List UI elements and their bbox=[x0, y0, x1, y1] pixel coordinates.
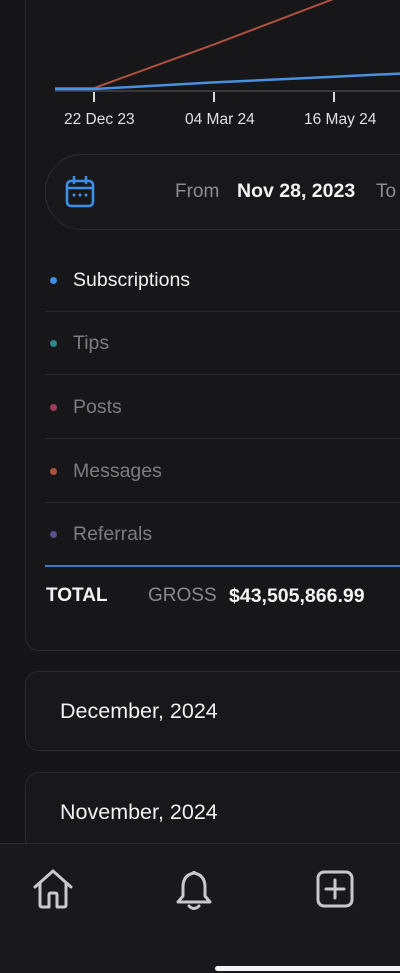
plus-square-icon[interactable] bbox=[312, 866, 358, 912]
home-icon[interactable] bbox=[30, 866, 76, 912]
legend-dot bbox=[50, 468, 57, 475]
legend-dot bbox=[50, 277, 57, 284]
month-card-november-2024[interactable]: November, 2024 bbox=[25, 772, 400, 852]
x-tick-label: 16 May 24 bbox=[304, 111, 377, 128]
statistics-page: 22 Dec 23 04 Mar 24 16 May 24 From Nov 2… bbox=[0, 0, 400, 973]
legend-item-subscriptions[interactable]: Subscriptions bbox=[45, 248, 400, 312]
earnings-chart: 22 Dec 23 04 Mar 24 16 May 24 bbox=[0, 0, 400, 140]
bottom-nav bbox=[0, 843, 400, 973]
legend-item-tips[interactable]: Tips bbox=[45, 311, 400, 375]
x-tick-label: 22 Dec 23 bbox=[64, 111, 135, 128]
from-label: From bbox=[175, 181, 220, 202]
x-tick-label: 04 Mar 24 bbox=[185, 111, 255, 128]
total-row: TOTAL GROSS $43,505,866.99 bbox=[46, 585, 400, 611]
calendar-icon[interactable] bbox=[65, 176, 95, 208]
to-label: To bbox=[376, 181, 397, 202]
gross-value: $43,505,866.99 bbox=[229, 585, 365, 607]
month-card-december-2024[interactable]: December, 2024 bbox=[25, 671, 400, 751]
series-line bbox=[55, 72, 400, 91]
legend-label: Posts bbox=[73, 396, 122, 418]
bell-icon[interactable] bbox=[171, 866, 217, 912]
legend-label: Subscriptions bbox=[73, 269, 191, 291]
legend-dot bbox=[50, 340, 57, 347]
gross-label: GROSS bbox=[148, 585, 217, 606]
legend-item-posts[interactable]: Posts bbox=[45, 375, 400, 439]
legend-item-messages[interactable]: Messages bbox=[45, 439, 400, 503]
month-label: December, 2024 bbox=[60, 699, 218, 723]
legend-label: Tips bbox=[73, 332, 110, 354]
legend-dot bbox=[50, 531, 57, 538]
from-date-value[interactable]: Nov 28, 2023 bbox=[237, 180, 355, 203]
legend-dot bbox=[50, 404, 57, 411]
home-indicator bbox=[215, 966, 400, 971]
month-label: November, 2024 bbox=[60, 800, 218, 824]
total-label: TOTAL bbox=[46, 585, 108, 606]
legend-label: Messages bbox=[73, 460, 162, 482]
legend-item-referrals[interactable]: Referrals bbox=[45, 502, 400, 567]
legend-label: Referrals bbox=[73, 523, 153, 545]
date-range-picker[interactable]: From Nov 28, 2023 To bbox=[45, 154, 400, 230]
